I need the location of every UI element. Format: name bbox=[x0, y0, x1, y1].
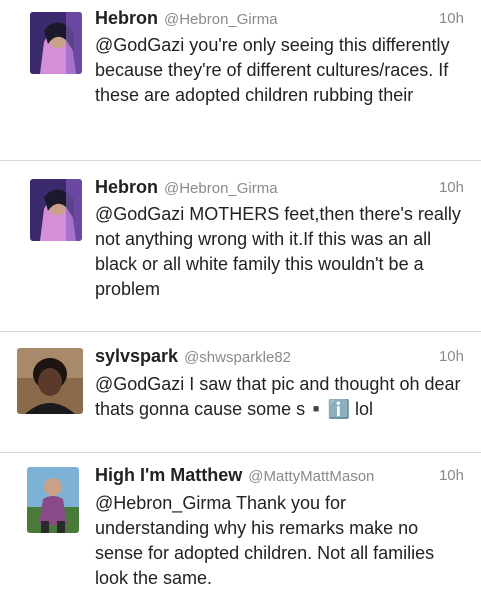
avatar-photo-icon bbox=[30, 12, 82, 74]
author-handle[interactable]: @Hebron_Girma bbox=[164, 11, 278, 28]
author-name[interactable]: Hebron bbox=[95, 177, 158, 197]
tweet-timestamp: 10h bbox=[438, 348, 464, 365]
tweet-text: @GodGazi MOTHERS feet,then there's reall… bbox=[95, 204, 461, 299]
avatar[interactable] bbox=[17, 348, 83, 414]
tweet-timestamp: 10h bbox=[438, 179, 464, 196]
avatar[interactable] bbox=[30, 179, 82, 241]
tweet-author[interactable]: sylvspark @shwsparkle82 bbox=[95, 346, 291, 367]
author-handle[interactable]: @MattyMattMason bbox=[248, 468, 374, 485]
tweet-item[interactable]: Hebron @Hebron_Girma 10h @GodGazi MOTHERS… bbox=[0, 161, 481, 331]
tweet-text: @Hebron_Girma Thank you for understandin… bbox=[95, 493, 435, 588]
tweet-author[interactable]: High I'm Matthew @MattyMattMason bbox=[95, 465, 374, 486]
avatar-photo-icon bbox=[30, 179, 82, 241]
avatar-photo-icon bbox=[17, 348, 83, 414]
avatar[interactable] bbox=[27, 467, 79, 533]
tweet-text: @GodGazi you're only seeing this differe… bbox=[95, 35, 450, 105]
tweet-item[interactable]: High I'm Matthew @MattyMattMason 10h @Heb… bbox=[0, 453, 481, 600]
tweet-item[interactable]: Hebron @Hebron_Girma 10h @GodGazi you're … bbox=[0, 0, 481, 160]
tweet-timestamp: 10h bbox=[438, 10, 464, 27]
avatar[interactable] bbox=[30, 12, 82, 74]
author-name[interactable]: Hebron bbox=[95, 8, 158, 28]
tweet-timeline: Hebron @Hebron_Girma 10h @GodGazi you're … bbox=[0, 0, 481, 600]
author-name[interactable]: sylvspark bbox=[95, 346, 178, 366]
tweet-text: @GodGazi I saw that pic and thought oh d… bbox=[95, 374, 461, 419]
author-handle[interactable]: @Hebron_Girma bbox=[164, 180, 278, 197]
author-name[interactable]: High I'm Matthew bbox=[95, 465, 242, 485]
tweet-item[interactable]: sylvspark @shwsparkle82 10h @GodGazi I sa… bbox=[0, 332, 481, 452]
tweet-author[interactable]: Hebron @Hebron_Girma bbox=[95, 8, 278, 29]
tweet-timestamp: 10h bbox=[438, 467, 464, 484]
tweet-author[interactable]: Hebron @Hebron_Girma bbox=[95, 177, 278, 198]
avatar-photo-icon bbox=[27, 467, 79, 533]
author-handle[interactable]: @shwsparkle82 bbox=[184, 349, 291, 366]
